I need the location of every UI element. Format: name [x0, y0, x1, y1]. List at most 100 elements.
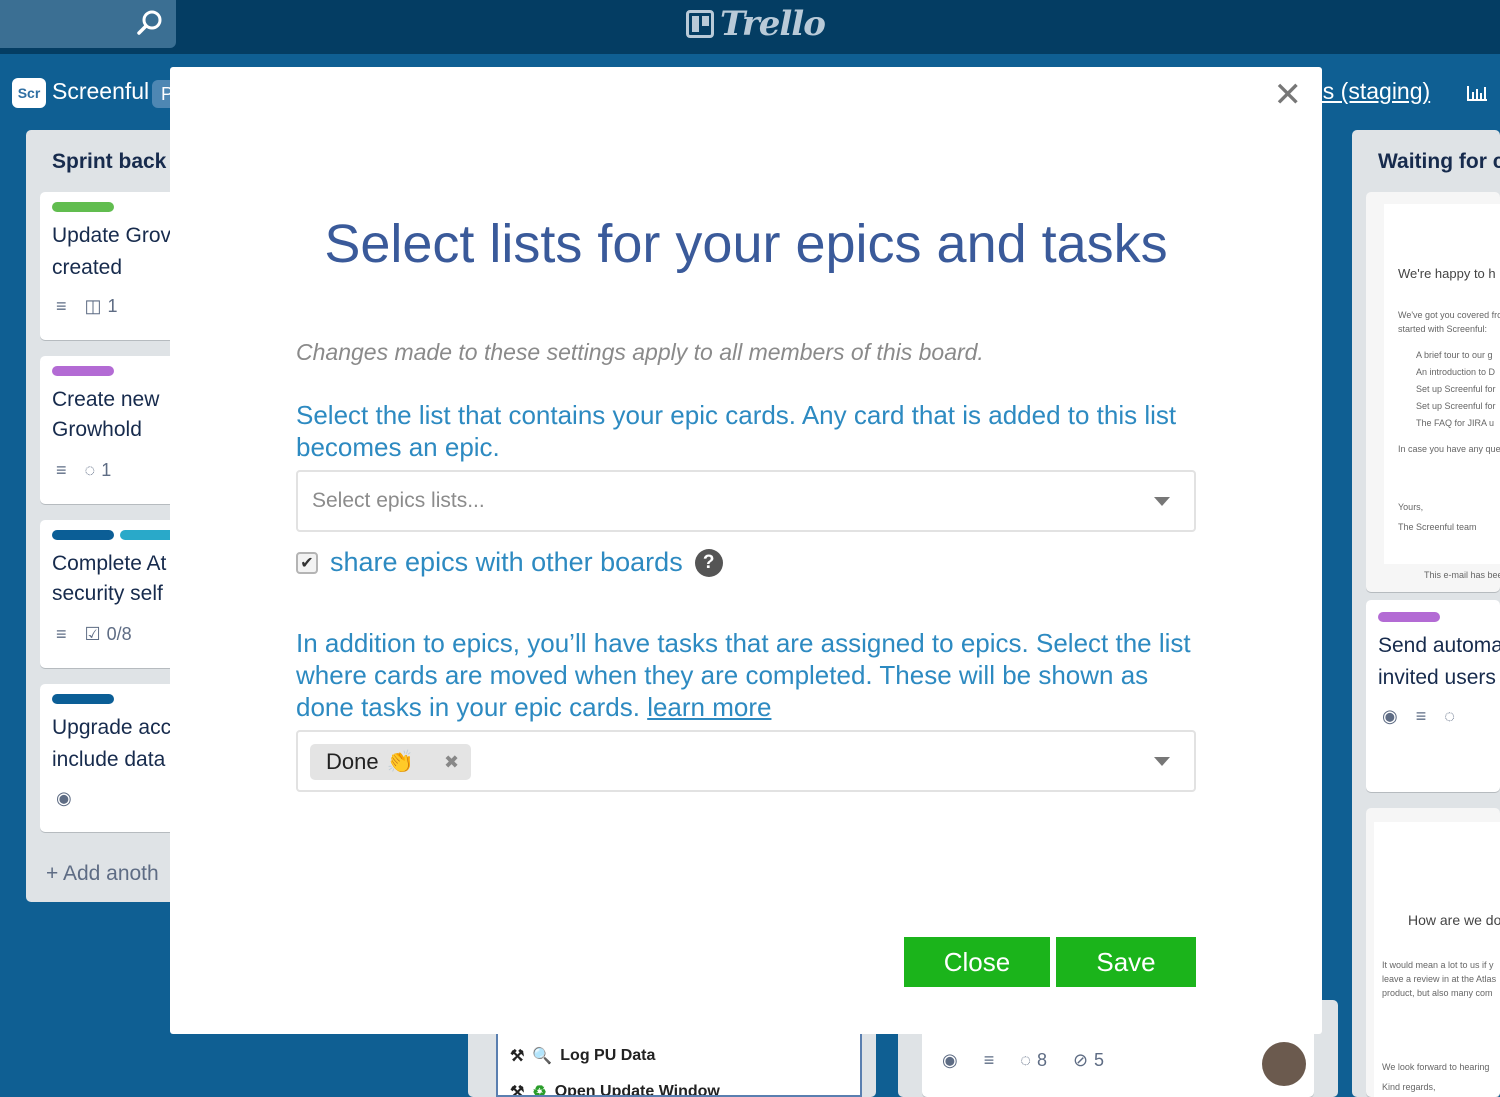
- close-button[interactable]: Close: [904, 937, 1050, 987]
- comment-icon: ◌: [1444, 706, 1455, 726]
- email-bullet: Set up Screenful for: [1416, 401, 1496, 411]
- list-card[interactable]: Complete At security self ≡ ☑ 0/8: [40, 520, 180, 668]
- email-text: Yours,: [1398, 502, 1424, 512]
- list-card[interactable]: Create new Growhold ≡ ◌ 1: [40, 356, 180, 504]
- email-text: Kind regards,: [1382, 1082, 1436, 1092]
- email-preview-card[interactable]: How are we do It would mean a lot to us …: [1366, 808, 1500, 1097]
- email-preview-card[interactable]: We're happy to h We've got you covered f…: [1366, 192, 1500, 592]
- comment-icon: ◌: [84, 460, 96, 480]
- card-title-line: Complete At: [52, 552, 167, 575]
- card-label-green: [52, 202, 114, 212]
- email-heading: How are we do: [1408, 912, 1500, 928]
- modal-title: Select lists for your epics and tasks: [324, 214, 1168, 274]
- card-label-purple: [52, 366, 114, 376]
- badge-count: 8: [1036, 1050, 1047, 1070]
- card-label-blue: [52, 530, 114, 540]
- menu-item-label: Open Update Window: [554, 1083, 720, 1097]
- card-label-purple: [1378, 612, 1440, 622]
- email-text: product, but also many com: [1382, 988, 1493, 998]
- badge-count: 0/8: [106, 624, 132, 644]
- checklist-badge: ☑ 0/8: [85, 624, 132, 645]
- clap-icon: 👏: [386, 749, 414, 774]
- comment-badge: ◌ 8: [1020, 1050, 1047, 1071]
- list-card[interactable]: ⚒ 🔍 Log PU Data ⚒ ♻ Open Update Window: [496, 1032, 862, 1097]
- email-text: We've got you covered fro: [1398, 310, 1500, 320]
- chevron-down-icon[interactable]: [1154, 497, 1170, 506]
- help-icon[interactable]: ?: [694, 548, 723, 577]
- trello-logo-text: Trello: [720, 4, 826, 44]
- email-text: It would mean a lot to us if y: [1382, 960, 1494, 970]
- board-link[interactable]: ds (staging): [1310, 78, 1430, 105]
- epics-select-placeholder: Select epics lists...: [312, 489, 485, 512]
- email-bullet: Set up Screenful for: [1416, 384, 1496, 394]
- list-card[interactable]: Update Grov created ≡ ◫ 1: [40, 192, 180, 340]
- email-text: started with Screenful:: [1398, 324, 1488, 334]
- card-title-line: include data: [52, 748, 166, 771]
- email-bullet: An introduction to D: [1416, 367, 1496, 377]
- comment-badge: ◌ 1: [85, 460, 112, 481]
- watch-icon: ◉: [1382, 706, 1398, 726]
- top-bar: Trello: [0, 0, 1500, 54]
- share-epics-checkbox[interactable]: ✔: [296, 551, 318, 574]
- card-label-blue: [52, 694, 114, 704]
- list-title: Sprint back: [52, 150, 167, 173]
- modal-note: Changes made to these settings apply to …: [296, 339, 984, 365]
- chevron-down-icon[interactable]: [1154, 757, 1170, 766]
- email-text: We look forward to hearing: [1382, 1062, 1490, 1072]
- card-title-line: created: [52, 256, 123, 279]
- close-icon[interactable]: ✕: [1274, 75, 1303, 115]
- remove-tag-icon[interactable]: ✖: [444, 752, 459, 773]
- done-tag: Done 👏 ✖: [310, 744, 472, 780]
- attachment-badge: ⊘ 5: [1073, 1050, 1104, 1071]
- card-title-line: Upgrade acc: [52, 716, 172, 739]
- list-card[interactable]: Send automa invited users ◉ ≡ ◌: [1366, 600, 1500, 792]
- add-card-button[interactable]: + Add anoth: [46, 862, 159, 886]
- recycle-icon: ♻: [532, 1084, 547, 1097]
- magnifier-icon: 🔍: [532, 1048, 553, 1065]
- search-box[interactable]: [0, 0, 176, 48]
- description-icon: ≡: [56, 296, 67, 316]
- save-button[interactable]: Save: [1056, 937, 1196, 987]
- menu-item-label: Log PU Data: [560, 1047, 656, 1064]
- board-title[interactable]: Screenful: [52, 78, 149, 105]
- card-title-line: security self: [52, 582, 163, 605]
- tools-icon: ⚒: [510, 1084, 525, 1097]
- tasks-question: In addition to epics, you’ll have tasks …: [296, 627, 1196, 723]
- card-title-line: Send automa: [1378, 634, 1500, 657]
- trello-logo[interactable]: Trello: [686, 4, 826, 44]
- done-tag-label: Done: [326, 749, 379, 774]
- email-text: This e-mail has bee: [1424, 570, 1500, 580]
- board-badge: ◫ 1: [85, 296, 118, 317]
- share-epics-label[interactable]: share epics with other boards: [330, 547, 683, 578]
- email-text: The Screenful team: [1398, 522, 1477, 532]
- attachment-icon: ⊘: [1072, 1050, 1089, 1070]
- badge-count: 5: [1094, 1050, 1105, 1070]
- board-icon: ◫: [84, 296, 102, 316]
- email-bullet: The FAQ for JIRA u: [1416, 418, 1495, 428]
- tools-icon: ⚒: [510, 1048, 525, 1065]
- watch-icon: ◉: [56, 788, 72, 808]
- avatar[interactable]: [1262, 1042, 1306, 1086]
- share-epics-row: ✔ share epics with other boards ?: [296, 547, 723, 578]
- email-heading: We're happy to h: [1398, 266, 1496, 281]
- card-title-line: Update Grov: [52, 224, 172, 247]
- description-icon: ≡: [56, 624, 67, 644]
- checklist-icon: ☑: [84, 624, 101, 644]
- done-list-select[interactable]: Done 👏 ✖: [296, 730, 1196, 792]
- learn-more-link[interactable]: learn more: [647, 692, 771, 722]
- description-icon: ≡: [56, 460, 67, 480]
- email-text: leave a review in at the Atlas: [1382, 974, 1497, 984]
- badge-count: 1: [101, 460, 112, 480]
- search-icon: [137, 10, 162, 35]
- email-bullet: A brief tour to our g: [1416, 350, 1493, 360]
- card-title-line: Growhold: [52, 418, 142, 441]
- list-title: Waiting for c: [1378, 150, 1500, 173]
- card-title-line: Create new: [52, 388, 160, 411]
- epics-list-select[interactable]: Select epics lists...: [296, 470, 1196, 532]
- email-text: In case you have any que: [1398, 444, 1500, 454]
- list-card[interactable]: Upgrade acc include data ◉: [40, 684, 180, 832]
- description-icon: ≡: [1415, 706, 1427, 726]
- settings-modal: ✕ Select lists for your epics and tasks …: [170, 67, 1322, 1034]
- description-icon: ≡: [983, 1050, 995, 1070]
- chart-icon[interactable]: [1466, 84, 1488, 102]
